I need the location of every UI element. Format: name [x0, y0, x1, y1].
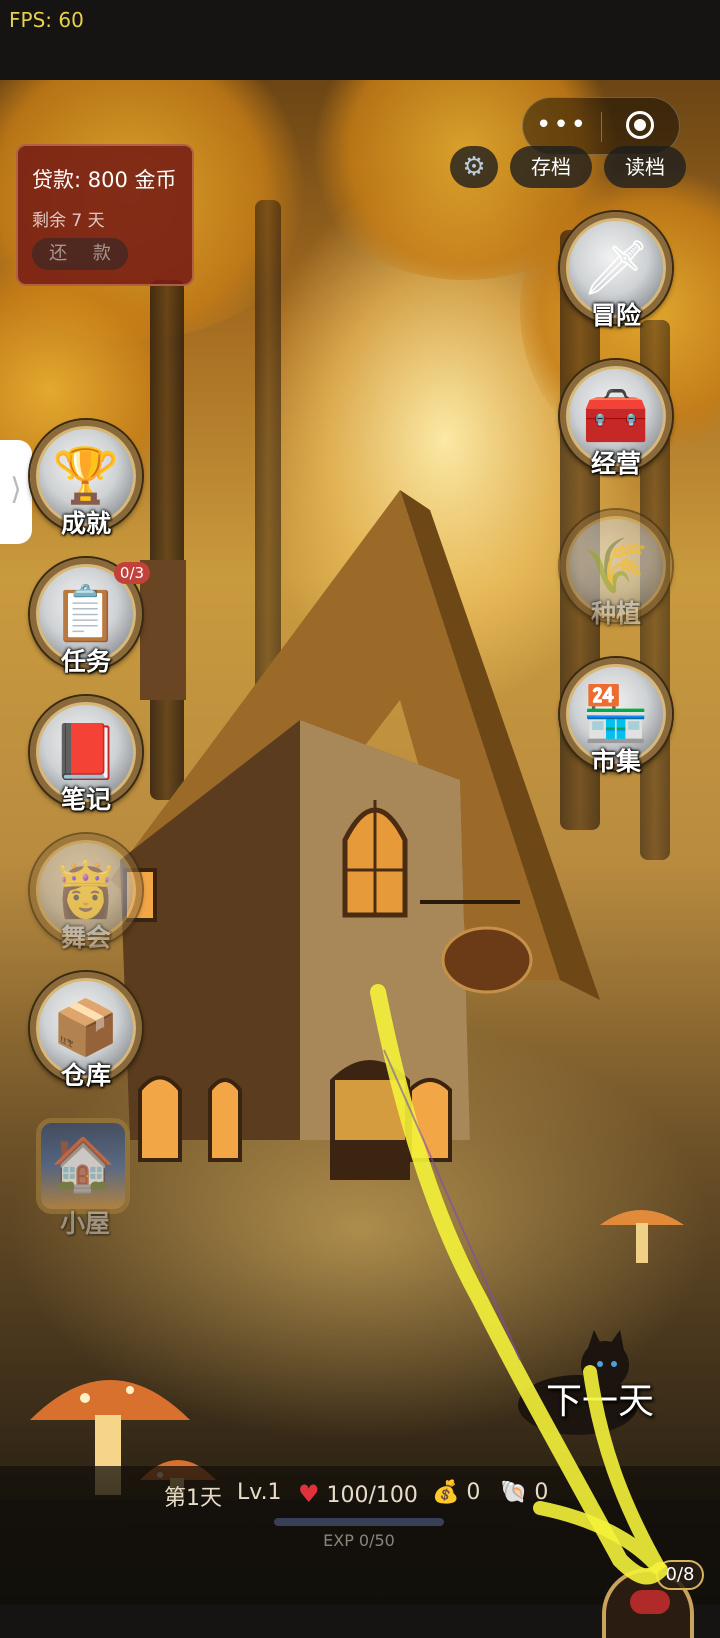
achievements-label: 成就: [60, 509, 111, 538]
adventure-button[interactable]: 🗡 冒险: [558, 212, 674, 330]
adventure-label: 冒险: [590, 301, 641, 330]
next-day-button[interactable]: 下一天: [520, 1372, 680, 1424]
repay-button[interactable]: 还 款: [32, 238, 128, 270]
loan-amount: 贷款: 800 金币: [32, 168, 177, 192]
fps-counter: FPS: 60: [9, 8, 84, 32]
level-indicator: Lv.1: [237, 1480, 282, 1505]
storage-label: 仓库: [60, 1061, 111, 1090]
achievements-button[interactable]: 🏆 成就: [28, 420, 144, 538]
dance-button[interactable]: 👸 舞会: [28, 834, 144, 952]
shells-display: 🐚 0: [500, 1480, 548, 1505]
coins-display: 💰 0: [432, 1480, 480, 1505]
tree-trunk: [255, 200, 281, 700]
heart-icon: ♥: [298, 1480, 320, 1508]
farming-button[interactable]: 🌾 种植: [558, 510, 674, 628]
day-counter: 第1天: [164, 1486, 222, 1511]
exp-text: EXP 0/50: [323, 1531, 395, 1550]
shells-value: 0: [534, 1480, 549, 1505]
money-bag-icon: 💰: [432, 1480, 460, 1505]
business-label: 经营: [590, 449, 641, 478]
hp-display: ♥ 100/100: [298, 1480, 418, 1508]
notes-button[interactable]: 📕 笔记: [28, 696, 144, 814]
cabin-button[interactable]: 🏠 小屋: [32, 1112, 142, 1248]
target-dot: [634, 119, 646, 131]
business-button[interactable]: 🧰 经营: [558, 360, 674, 478]
capsule-divider: [601, 112, 602, 142]
status-bar: FPS: 60: [0, 0, 720, 80]
save-button[interactable]: 存档: [510, 146, 592, 188]
market-button[interactable]: 🏪 市集: [558, 658, 674, 776]
cabin-label: 小屋: [59, 1209, 110, 1238]
bag-counter: 0/8: [656, 1560, 704, 1590]
loan-panel: 贷款: 800 金币 剩余 7 天 还 款: [16, 144, 194, 286]
exp-progress-bar: [274, 1518, 444, 1526]
tasks-count-badge: 0/3: [114, 562, 150, 584]
shell-icon: 🐚: [500, 1480, 528, 1505]
chevron-right-icon: ⟩: [10, 472, 22, 507]
notes-label: 笔记: [60, 785, 111, 814]
gift-bow-icon: [630, 1590, 670, 1614]
gear-icon[interactable]: ⚙: [450, 146, 498, 188]
market-label: 市集: [590, 747, 641, 776]
load-button[interactable]: 读档: [604, 146, 686, 188]
storage-button[interactable]: 📦 仓库: [28, 972, 144, 1090]
tasks-label: 任务: [60, 647, 111, 676]
hp-value: 100/100: [326, 1483, 418, 1508]
coins-value: 0: [466, 1480, 481, 1505]
dance-label: 舞会: [60, 923, 111, 952]
cabin-icon: 🏠: [50, 1135, 116, 1195]
loan-days-remaining: 剩余 7 天: [32, 211, 105, 231]
tree-trunk: [150, 280, 184, 800]
farming-label: 种植: [590, 599, 641, 628]
